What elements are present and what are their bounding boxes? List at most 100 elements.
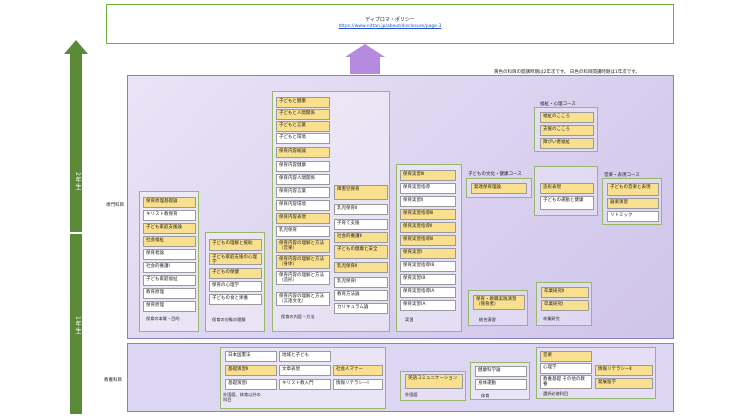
course-item[interactable]: 福祉のこころ [540,112,594,123]
course-item[interactable]: 子どもの健康と安全 [334,245,388,259]
group-caption: 体育 [481,393,490,398]
course-item[interactable]: 地域と子ども [279,351,331,362]
course-item[interactable]: 社会人マナー [333,365,383,376]
course-item[interactable]: 子育て支援 [334,219,388,230]
course-item[interactable]: 保育内容総論 [276,147,330,158]
course-item[interactable]: 身体運動 [475,379,527,390]
course-item[interactable]: 社会的養護Ⅰ [143,262,196,273]
course-item[interactable]: キリスト教保育 [143,210,196,221]
course-item[interactable]: 発達保育理論 [471,183,527,194]
group-caption: 保育の本質・目的 [146,316,180,321]
group-caption: 実習 [405,317,414,322]
course-item[interactable]: 保育原理基礎論 [143,197,196,208]
course-item[interactable]: 健康科学論 [475,366,527,377]
course-item[interactable]: 障がい者福祉 [540,138,594,149]
course-item[interactable]: カリキュラム論 [334,303,388,314]
course-item[interactable]: 保育実習指導ⅠA [400,287,456,298]
course-item[interactable]: 子どもの食と栄養 [209,294,262,305]
senmon-label: 専門科目 [106,203,124,208]
course-item[interactable]: 乳児保育Ⅱ [334,204,388,215]
course-item[interactable]: 乳児保育 [276,226,330,237]
course-item[interactable]: 保育実習ⅠB [400,274,456,285]
course-item[interactable]: 保育実習指導Ⅲ [400,235,456,246]
course-item[interactable]: 保育者論 [143,249,196,260]
course-item[interactable]: 障害児保育 [334,185,388,200]
course-item[interactable]: 基礎演習Ⅱ [225,365,277,376]
course-item[interactable]: 保育内容健康 [276,161,330,172]
course-item[interactable]: 保育内容の理解と方法（造形） [276,271,330,285]
group-caption: 総合演習 [479,317,496,322]
course-item[interactable]: 子どもと健康 [276,97,330,108]
course-item[interactable]: 器楽演習 [607,198,659,209]
course-item[interactable]: 保育内容の理解と方法（音楽） [276,239,330,253]
course-item[interactable]: 子どもの音楽と表現 [607,183,659,196]
group-elective-required: 音楽 心理学 情報リテラシーⅡ 教養基礎 その他の教養 発展留学 選択必修科目 [536,347,656,399]
course-item[interactable]: 造形表現 [540,183,594,194]
course-item[interactable]: 日本国憲法 [225,351,277,362]
course-item[interactable]: 保育原理 [143,301,196,312]
purple-arrow [350,56,380,74]
course-item[interactable]: 音楽 [540,351,592,362]
course-item[interactable]: リトミック [607,211,659,222]
year-2-label: 2年生 [74,172,81,191]
course-item[interactable]: 支援のこころ [540,125,594,136]
course-item[interactable]: 発展留学 [595,378,653,389]
course-item[interactable]: 卒業研究Ⅰ [541,300,589,311]
diploma-policy-link[interactable]: https://www.nittan.jp/about/disclosure/p… [107,24,673,30]
course-item[interactable]: 保育内容の理解と方法（身体） [276,255,330,269]
course-item[interactable]: 保育実習指導Ⅱ [400,222,456,233]
course-item[interactable]: 情報リテラシーⅠ [333,379,383,390]
group-caption: 卒業研究 [543,316,560,321]
course-item[interactable]: 社会福祉 [143,236,196,247]
course-item[interactable]: 子どもの理解と援助 [209,239,262,251]
course-item[interactable]: 子ども家庭支援の心理学 [209,253,262,265]
group-content-method: 子どもと健康 子どもと人間関係 子どもと言葉 子どもと環境 保育内容総論 保育内… [272,91,390,332]
course-item[interactable]: 子どもと人間関係 [276,109,330,120]
group-music: 子どもの音楽と表現 器楽演習 リトミック [602,178,662,225]
course-item[interactable]: 保育内容表現 [276,213,330,224]
course-item[interactable]: 子ども家庭支援論 [143,223,196,234]
course-item[interactable]: キリスト教入門 [279,379,331,390]
course-item[interactable]: 子どもの保健 [209,268,262,279]
course-item[interactable]: 保育の心理学 [209,281,262,292]
course-item[interactable]: 子どもと環境 [276,133,330,144]
year-1-label: 1年生 [74,316,81,335]
group-caption: 外国語 [405,392,418,397]
course-item[interactable]: 子どもの運動と健康 [540,196,594,210]
course-item[interactable]: 教育原理 [143,288,196,299]
course-item[interactable]: 文章表現 [279,365,331,376]
course-item[interactable]: 保育実習Ⅲ [400,170,456,181]
course-item[interactable]: 英語コミュニケーション [405,374,463,389]
group-general-other: 日本国憲法 地域と子ども 基礎演習Ⅱ 文章表現 社会人マナー 基礎演習Ⅰ キリス… [220,347,386,409]
group-caption: 外国語、体育以外の科目 [223,392,261,402]
course-item[interactable]: 教育方法論 [334,290,388,301]
course-item[interactable]: 社会的養護Ⅱ [334,232,388,243]
group-caption: 選択必修科目 [543,391,569,396]
course-item[interactable]: 子どもと言葉 [276,121,330,132]
course-item[interactable]: 保育・教職実践演習（保育者） [473,295,525,310]
course-item[interactable]: 乳児保育Ⅰ [334,277,388,288]
course-item[interactable]: 保育内容環境 [276,200,330,211]
group-understanding: 子どもの理解と援助 子ども家庭支援の心理学 子どもの保健 保育の心理学 子どもの… [205,232,265,332]
course-item[interactable]: 心理学 [540,363,592,374]
group-culture-health: 発達保育理論 [466,178,532,198]
course-item[interactable]: 卒業研究Ⅱ [541,287,589,298]
course-item[interactable]: 保育実習ⅠA [400,300,456,311]
course-item[interactable]: 保育実習Ⅱ [400,196,456,207]
group-foreign-language: 英語コミュニケーション 外国語 [400,371,466,401]
group-practicum: 保育実習Ⅲ 保育実習指導 保育実習Ⅱ 保育実習指導Ⅲ 保育実習指導Ⅱ 保育実習指… [396,164,462,332]
course-item[interactable]: 情報リテラシーⅡ [595,365,653,376]
group-caption: 保育の対象の理解 [212,317,246,322]
kyoyo-label: 教養科目 [104,378,122,383]
course-item[interactable]: 保育実習指導 [400,183,456,194]
course-item[interactable]: 保育内容言葉 [276,187,330,198]
course-item[interactable]: 基礎演習Ⅰ [225,379,277,390]
course-item[interactable]: 保育実習指導Ⅲ [400,209,456,220]
course-item[interactable]: 保育実習指導ⅠB [400,261,456,272]
course-item[interactable]: 教養基礎 その他の教養 [540,375,592,389]
course-item[interactable]: 乳児保育Ⅱ [334,262,388,273]
course-item[interactable]: 保育内容の理解と方法（言語文化） [276,292,330,306]
course-item[interactable]: 保育内容人間関係 [276,174,330,185]
course-item[interactable]: 子ども家庭福祉 [143,275,196,286]
course-item[interactable]: 保育実習Ⅰ [400,248,456,259]
